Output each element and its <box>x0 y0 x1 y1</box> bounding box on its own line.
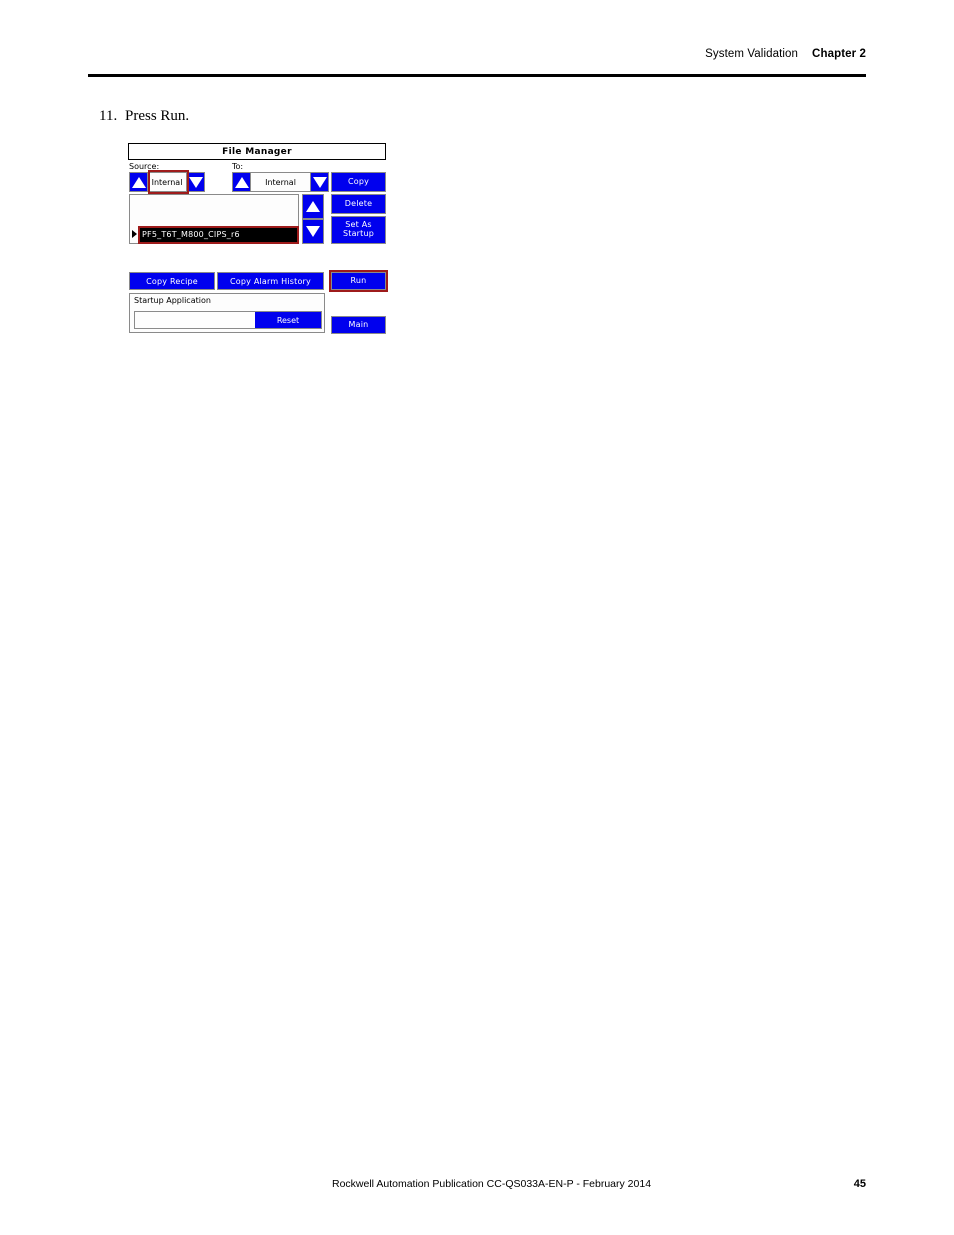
step-text: Press Run. <box>125 108 190 124</box>
startup-application-field: Reset <box>134 311 322 329</box>
header-text: System Validation Chapter 2 <box>705 48 866 60</box>
footer-publication: Rockwell Automation Publication CC-QS033… <box>332 1178 652 1190</box>
destination-down-button[interactable] <box>310 172 329 192</box>
startup-application-group: Startup Application Reset <box>129 293 325 333</box>
startup-application-label: Startup Application <box>134 296 211 305</box>
destination-up-button[interactable] <box>232 172 251 192</box>
startup-application-input[interactable] <box>135 312 255 328</box>
copy-recipe-button[interactable]: Copy Recipe <box>129 272 215 290</box>
footer-page-number: 45 <box>853 1178 866 1190</box>
set-as-startup-button[interactable]: Set As Startup <box>331 216 386 244</box>
file-list[interactable]: PF5_T6T_M800_CIPS_r6 <box>129 194 299 244</box>
destination-label: To: <box>232 162 244 171</box>
page-footer: Rockwell Automation Publication CC-QS033… <box>88 1178 866 1198</box>
source-label: Source: <box>129 162 160 171</box>
header-chapter-label: Chapter 2 <box>812 48 866 60</box>
reset-button[interactable]: Reset <box>255 312 321 328</box>
source-up-button[interactable] <box>129 172 148 192</box>
header-divider <box>88 74 866 77</box>
file-manager-screenshot: File Manager Source: To: Internal Intern… <box>128 143 388 343</box>
triangle-down-icon <box>306 226 320 237</box>
file-list-scroll-down-button[interactable] <box>302 219 324 244</box>
file-list-scrollbar[interactable] <box>302 194 324 244</box>
source-selector: Internal <box>129 172 205 192</box>
step-instruction: 11. Press Run. <box>99 108 189 125</box>
step-number: 11. <box>99 108 118 124</box>
copy-button[interactable]: Copy <box>331 172 386 192</box>
copy-alarm-history-button[interactable]: Copy Alarm History <box>217 272 324 290</box>
triangle-up-icon <box>306 201 320 212</box>
destination-value[interactable]: Internal <box>251 172 310 192</box>
triangle-up-icon <box>234 176 249 188</box>
caret-right-icon <box>130 226 139 242</box>
triangle-down-icon <box>188 176 203 188</box>
file-list-scroll-up-button[interactable] <box>302 194 324 219</box>
run-button[interactable]: Run <box>331 272 386 290</box>
source-down-button[interactable] <box>186 172 205 192</box>
header-section-label: System Validation <box>705 48 799 60</box>
main-button[interactable]: Main <box>331 316 386 334</box>
destination-selector: Internal <box>232 172 329 192</box>
file-name: PF5_T6T_M800_CIPS_r6 <box>142 229 240 239</box>
triangle-up-icon <box>131 176 146 188</box>
delete-button[interactable]: Delete <box>331 194 386 214</box>
list-item[interactable]: PF5_T6T_M800_CIPS_r6 <box>130 226 298 242</box>
source-value[interactable]: Internal <box>148 172 186 192</box>
file-manager-title: File Manager <box>128 143 386 160</box>
triangle-down-icon <box>312 176 327 188</box>
